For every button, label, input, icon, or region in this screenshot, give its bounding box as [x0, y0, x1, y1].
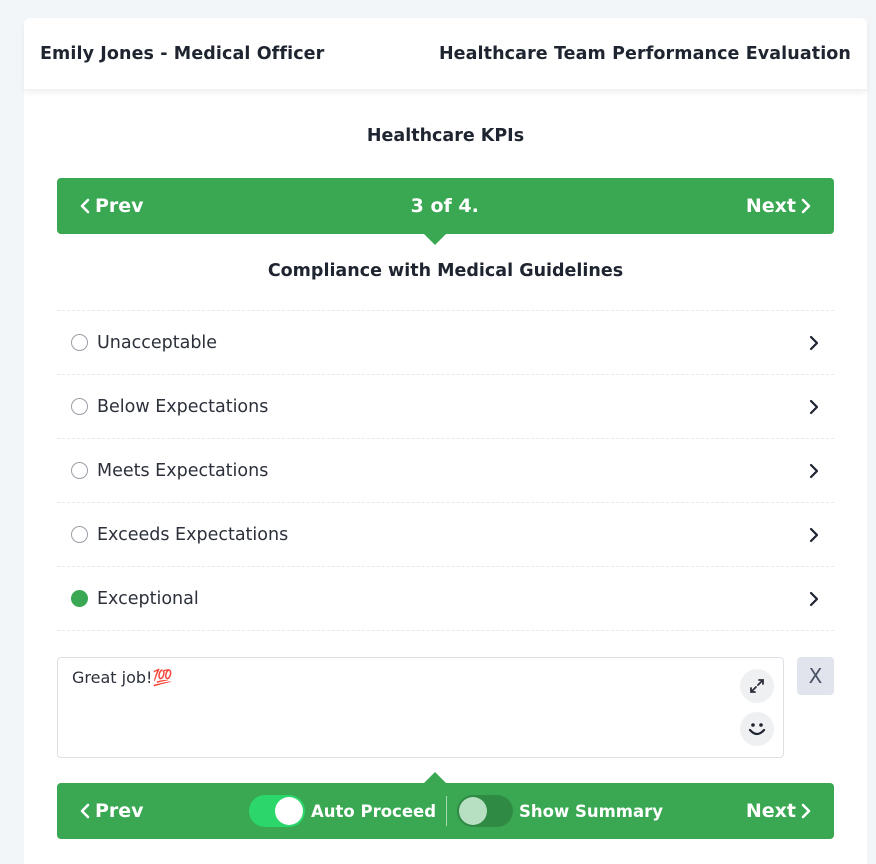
chevron-right-icon [809, 591, 819, 606]
toggle-divider [446, 796, 448, 826]
navbar-pointer [424, 772, 446, 783]
next-button[interactable]: Next [746, 800, 812, 822]
prev-label: Prev [95, 800, 144, 822]
prev-button[interactable]: Prev [79, 800, 144, 822]
option-label: Meets Expectations [97, 460, 269, 481]
chevron-right-icon [809, 527, 819, 542]
auto-proceed-switch[interactable] [249, 795, 305, 827]
show-summary-toggle[interactable]: Show Summary [457, 795, 663, 827]
next-button[interactable]: Next [746, 195, 812, 217]
auto-proceed-label: Auto Proceed [311, 801, 437, 821]
option-exceeds-expectations[interactable]: Exceeds Expectations [57, 503, 834, 567]
comment-text[interactable]: Great job!💯 [72, 668, 172, 687]
chevron-right-icon [809, 335, 819, 350]
bottom-navigation-bar: Prev Auto Proceed Show Summary Next [57, 783, 834, 839]
comment-box[interactable]: Great job!💯 [57, 657, 784, 758]
switch-knob [459, 797, 488, 825]
expand-icon [750, 679, 764, 693]
switch-knob [275, 797, 303, 825]
toggle-group: Auto Proceed Show Summary [249, 783, 663, 839]
radio-button[interactable] [71, 462, 88, 479]
option-label: Exceeds Expectations [97, 524, 289, 545]
employee-title: Emily Jones - Medical Officer [40, 43, 325, 64]
next-label: Next [745, 800, 796, 822]
chevron-right-icon [801, 198, 811, 214]
show-summary-switch[interactable] [457, 795, 514, 827]
option-label: Unacceptable [97, 332, 218, 353]
clear-comment-button[interactable]: X [797, 657, 834, 695]
prev-button[interactable]: Prev [79, 195, 144, 217]
rating-options: Unacceptable Below Expectations Meets Ex… [57, 310, 834, 631]
chevron-left-icon [80, 198, 90, 214]
option-unacceptable[interactable]: Unacceptable [57, 311, 834, 375]
show-summary-label: Show Summary [519, 801, 664, 821]
header: Emily Jones - Medical Officer Healthcare… [24, 18, 867, 90]
prev-label: Prev [95, 195, 144, 217]
expand-button[interactable] [740, 669, 774, 703]
top-navigation-bar: Prev 3 of 4. Next [57, 178, 834, 234]
chevron-left-icon [80, 803, 90, 819]
section-title: Healthcare KPIs [366, 126, 525, 146]
option-label: Below Expectations [97, 396, 269, 417]
chevron-right-icon [801, 803, 811, 819]
option-label: Exceptional [97, 588, 199, 609]
option-exceptional[interactable]: Exceptional [57, 567, 834, 631]
radio-button[interactable] [71, 526, 88, 543]
chevron-right-icon [809, 463, 819, 478]
smiley-icon [748, 723, 766, 736]
option-below-expectations[interactable]: Below Expectations [57, 375, 834, 439]
radio-button-selected[interactable] [71, 590, 88, 607]
next-label: Next [745, 195, 796, 217]
radio-button[interactable] [71, 398, 88, 415]
navbar-pointer [424, 234, 446, 245]
evaluation-card: Emily Jones - Medical Officer Healthcare… [24, 18, 867, 864]
radio-button[interactable] [71, 334, 88, 351]
evaluation-title: Healthcare Team Performance Evaluation [438, 43, 851, 64]
question-title: Compliance with Medical Guidelines [267, 261, 624, 281]
chevron-right-icon [809, 399, 819, 414]
question-counter: 3 of 4. [410, 195, 479, 217]
emoji-button[interactable] [740, 712, 774, 746]
auto-proceed-toggle[interactable]: Auto Proceed [249, 795, 436, 827]
option-meets-expectations[interactable]: Meets Expectations [57, 439, 834, 503]
